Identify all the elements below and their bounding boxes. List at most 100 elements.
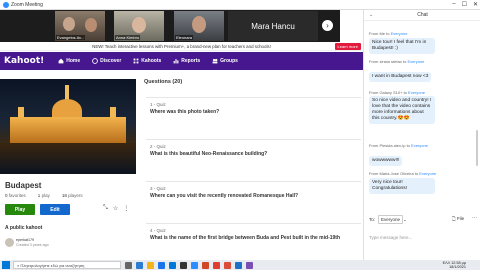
windows-start-icon[interactable] — [2, 261, 10, 269]
message-recipient[interactable]: Everyone — [408, 90, 425, 95]
message-sender: From Maria Jose Oliveira to — [369, 171, 419, 176]
question-text: What is this beautiful Neo-Renaissance b… — [150, 151, 268, 157]
author-info: eperkat179 Created 3 years ago — [5, 238, 49, 247]
stat-favorites: 0 favorites — [5, 193, 26, 198]
questions-panel: Questions (20) 1 - Quiz Where was this p… — [144, 79, 363, 249]
chat-message: From Me to Everyone Nice tour! I feel th… — [369, 31, 474, 54]
message-sender: From Me to — [369, 31, 390, 36]
chat-message: From zinsta stefan to Everyone I want in… — [369, 59, 474, 82]
stat-plays: 1 play — [37, 193, 50, 198]
kahoot-title: Budapest — [5, 181, 42, 190]
recipient-select[interactable]: Everyone — [378, 215, 404, 224]
chat-message: From Plesida alex-ip to Everyone wowwwww… — [369, 143, 474, 166]
app-icon[interactable] — [246, 261, 253, 269]
kahoot-logo[interactable]: Kahoot! — [4, 56, 44, 66]
next-page-icon[interactable]: › — [322, 20, 333, 31]
home-icon — [58, 58, 64, 64]
participant-name: Evangelos Av... — [56, 35, 86, 40]
message-recipient[interactable]: Everyone — [411, 143, 428, 148]
question-text: Where can you visit the recently renovat… — [150, 193, 299, 199]
nav-kahoots-label: Kahoots — [141, 58, 162, 64]
message-text: Nice tour! I feel that I'm in Budapest! … — [369, 38, 435, 54]
message-recipient[interactable]: Everyone — [407, 59, 424, 64]
more-options-icon[interactable]: ··· — [472, 215, 477, 221]
question-text: What is the name of the first bridge bet… — [150, 235, 341, 241]
play-button[interactable]: Play — [5, 204, 35, 215]
question-card[interactable]: 3 - Quiz Where can you visit the recentl… — [146, 181, 361, 209]
share-icon[interactable]: ⤡ — [103, 205, 108, 212]
chat-message: From Galaxy S10+ to Everyone So nice vid… — [369, 90, 474, 124]
question-card[interactable]: 1 - Quiz Where was this photo taken? — [146, 97, 361, 125]
app-icon[interactable] — [235, 261, 242, 269]
question-text: Where was this photo taken? — [150, 109, 220, 115]
grid-icon — [133, 58, 139, 64]
recipient-row: To: Everyone ⌄ — [369, 215, 407, 224]
word-icon[interactable] — [136, 261, 143, 269]
task-view-icon[interactable] — [125, 261, 132, 269]
to-label: To: — [369, 217, 376, 222]
chat-scrollbar[interactable] — [476, 130, 478, 166]
maximize-button[interactable]: ☐ — [462, 1, 467, 8]
nav-discover[interactable]: Discover — [92, 58, 121, 64]
participant-face — [132, 17, 146, 33]
chevron-down-icon[interactable]: ⌄ — [369, 12, 373, 18]
taskbar-search[interactable]: ⌕ Πληκτρολογήστε εδώ για αναζήτηση — [13, 261, 121, 269]
chrome-icon[interactable] — [224, 261, 231, 269]
avatar[interactable] — [5, 238, 14, 247]
nav-reports[interactable]: Reports — [173, 58, 200, 64]
system-tray[interactable]: ΕΛΛ 12:58 μμ 18/1/2021 — [443, 261, 466, 269]
chat-input[interactable]: Type message here... — [369, 235, 475, 240]
chat-title: Chat — [364, 10, 480, 21]
message-recipient[interactable]: Everyone — [419, 171, 436, 176]
active-speaker-tile[interactable]: Mara Hancu — [228, 11, 318, 41]
zoom-icon[interactable] — [191, 261, 198, 269]
edge-icon[interactable] — [158, 261, 165, 269]
nav-kahoots[interactable]: Kahoots — [133, 58, 161, 64]
taskbar-search-placeholder: Πληκτρολογήστε εδώ για αναζήτηση — [20, 262, 85, 268]
store-icon[interactable] — [169, 261, 176, 269]
question-number: 2 - Quiz — [150, 144, 166, 149]
message-text: So nice video and country! I love that t… — [369, 96, 435, 124]
edit-button[interactable]: Edit — [40, 204, 70, 215]
video-tile[interactable]: Eleonara — [174, 11, 224, 41]
app-icon[interactable] — [180, 261, 187, 269]
participant-name: Eleonara — [175, 35, 194, 40]
powerpoint-icon[interactable] — [202, 261, 209, 269]
video-tile[interactable]: Evangelos Av... — [55, 11, 105, 41]
close-button[interactable]: ✕ — [473, 1, 478, 8]
nav-discover-label: Discover — [100, 58, 122, 64]
favorite-star-icon[interactable]: ☆ — [113, 205, 118, 212]
message-recipient[interactable]: Everyone — [391, 31, 408, 36]
nav-home[interactable]: Home — [58, 58, 80, 64]
window-title: Zoom Meeting — [11, 1, 43, 8]
zoom-title-bar: Zoom Meeting – ☐ ✕ — [0, 0, 480, 10]
stat-players: 18 players — [61, 193, 83, 198]
promo-banner: NEW! Teach interactive lessons with Prem… — [0, 42, 363, 51]
kahoot-actions: ⤡ ☆ ⋮ — [103, 205, 129, 212]
message-sender: From Galaxy S10+ to — [369, 90, 407, 95]
window-controls: – ☐ ✕ — [452, 1, 478, 8]
question-number: 4 - Quiz — [150, 228, 166, 233]
nav-reports-label: Reports — [181, 58, 201, 64]
video-tile[interactable]: Anna Kimbro — [114, 11, 164, 41]
question-card[interactable]: 4 - Quiz What is the name of the first b… — [146, 223, 361, 249]
folder-icon[interactable] — [147, 261, 154, 269]
file-button[interactable]: 🗋 File — [452, 215, 464, 223]
minimize-button[interactable]: – — [452, 1, 455, 8]
more-options-icon[interactable]: ⋮ — [123, 205, 129, 212]
kahoot-stats: 0 favorites 1 play 18 players — [5, 193, 131, 198]
question-card[interactable]: 2 - Quiz What is this beautiful Neo-Rena… — [146, 139, 361, 167]
learn-more-button[interactable]: Learn more — [334, 43, 361, 50]
nav-groups[interactable]: Groups — [212, 58, 238, 64]
clock-date: 18/1/2021 — [449, 265, 466, 269]
banner-text: NEW! Teach interactive lessons with Prem… — [92, 43, 271, 49]
nav-groups-label: Groups — [220, 58, 238, 64]
taskbar: ⌕ Πληκτρολογήστε εδώ για αναζήτηση ΕΛΛ 1… — [0, 260, 480, 270]
message-text: I want in Budapest now <3 — [369, 72, 432, 82]
chat-message: From Maria Jose Oliveira to Everyone Ver… — [369, 171, 474, 194]
kahoot-cover-image — [0, 79, 136, 174]
chat-panel: Chat ⌄ From Me to Everyone Nice tour! I … — [363, 10, 480, 260]
participant-name: Anna Kimbro — [115, 35, 141, 40]
opera-icon[interactable] — [213, 261, 220, 269]
chevron-down-icon[interactable]: ⌄ — [403, 217, 407, 223]
